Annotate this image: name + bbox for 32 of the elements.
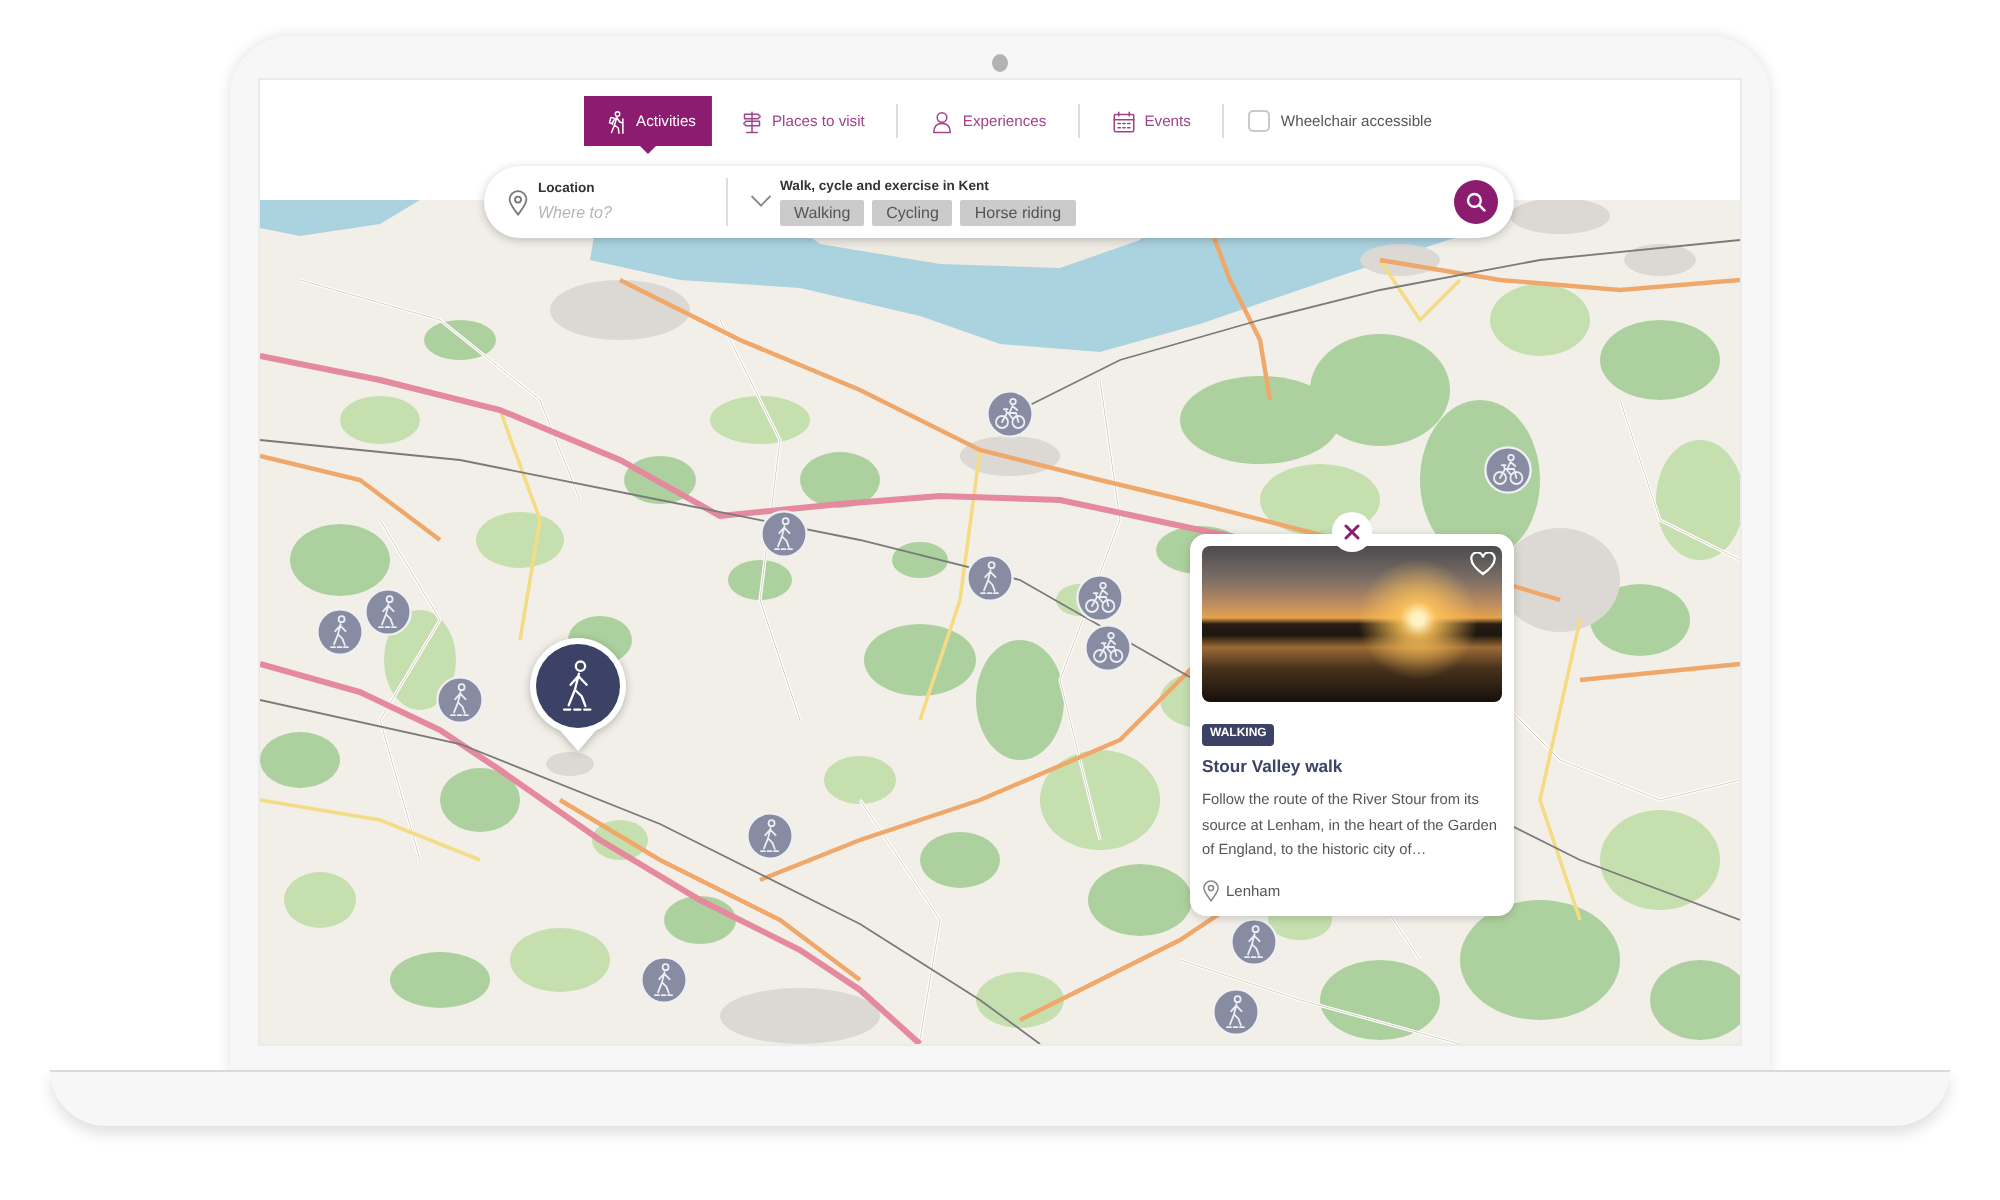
walker-marker-icon[interactable] xyxy=(966,554,1014,602)
close-icon xyxy=(1344,524,1360,540)
walker-marker-icon[interactable] xyxy=(746,812,794,860)
calendar-icon xyxy=(1112,107,1137,135)
walker-marker-icon[interactable] xyxy=(640,956,688,1004)
cyclist-marker-icon[interactable] xyxy=(1076,574,1124,622)
signpost-icon xyxy=(739,107,764,135)
search-button[interactable] xyxy=(1454,180,1498,224)
cyclist-marker-icon[interactable] xyxy=(986,390,1034,438)
person-icon xyxy=(930,107,955,135)
walker-marker-icon[interactable] xyxy=(316,608,364,656)
cyclist-marker-icon[interactable] xyxy=(1484,446,1532,494)
camera-icon xyxy=(992,54,1008,72)
checkbox[interactable] xyxy=(1248,110,1271,132)
walker-marker-icon[interactable] xyxy=(760,510,808,558)
filter-chip[interactable]: Walking xyxy=(780,200,865,226)
location-pin-icon xyxy=(508,189,528,215)
card-title[interactable]: Stour Valley walk xyxy=(1202,754,1343,778)
walker-marker-icon[interactable] xyxy=(436,676,484,724)
location-input[interactable]: Where to? xyxy=(538,201,710,225)
walker-marker-icon[interactable] xyxy=(364,588,412,636)
filter-chip[interactable]: Cycling xyxy=(872,200,953,226)
filter-chip[interactable]: Horse riding xyxy=(960,200,1076,226)
search-icon xyxy=(1466,192,1486,212)
walker-marker-icon[interactable] xyxy=(1230,918,1278,966)
chevron-down-icon[interactable] xyxy=(750,193,772,207)
heart-icon[interactable] xyxy=(1470,552,1496,576)
walker-marker-icon[interactable] xyxy=(1212,988,1260,1036)
walker-pin-icon[interactable] xyxy=(528,636,628,752)
hiker-icon xyxy=(604,107,628,135)
cyclist-marker-icon[interactable] xyxy=(1084,624,1132,672)
location-pin-icon xyxy=(1202,880,1220,902)
